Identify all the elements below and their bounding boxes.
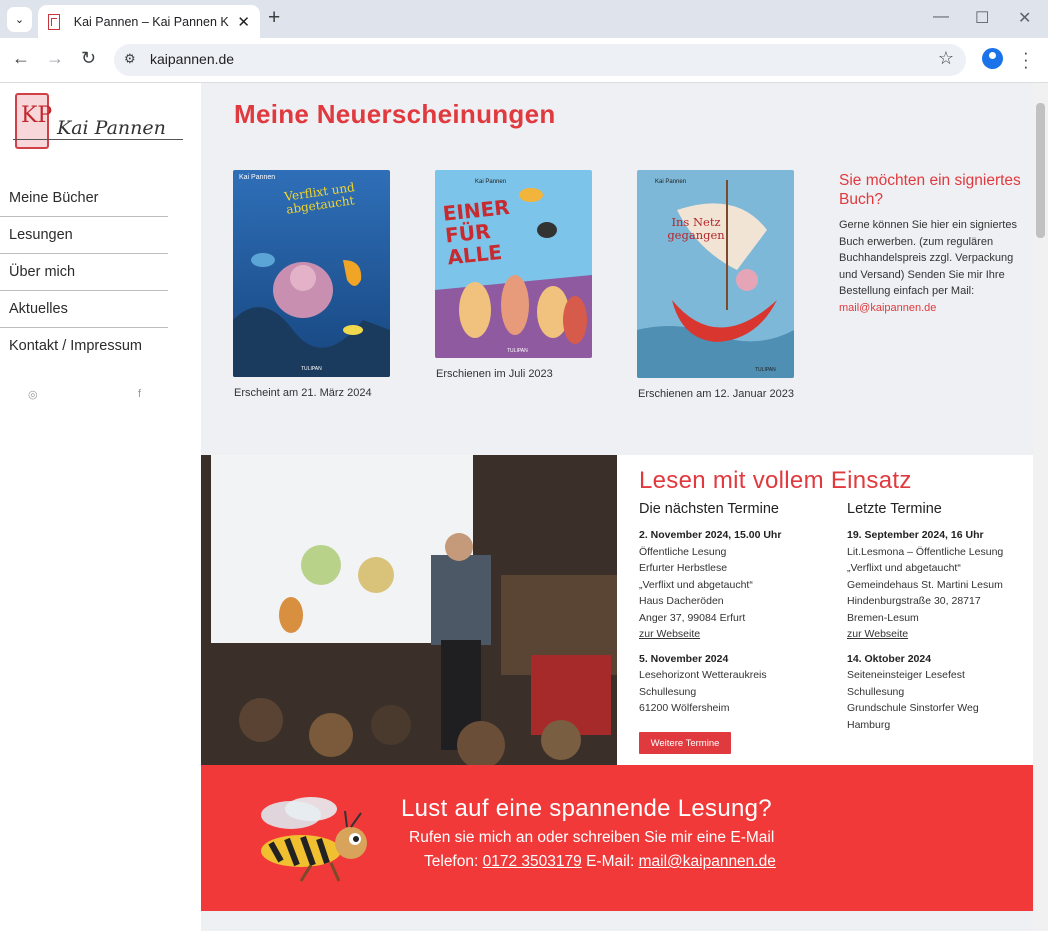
facebook-icon[interactable]: f	[138, 388, 141, 400]
reload-icon[interactable]: ↻	[81, 48, 96, 69]
page-scrollbar[interactable]	[1033, 83, 1048, 931]
cover-title: Ins Netz gegangen	[667, 215, 725, 242]
event-line: Öffentliche Lesung	[639, 545, 727, 558]
bee-illustration	[261, 797, 367, 882]
event-website-link[interactable]: zur Webseite	[639, 626, 829, 643]
book-cover-ins-netz-gegangen[interactable]: Kai Pannen Ins Netz gegangen TULIPAN	[637, 170, 794, 378]
event-line: Gemeindehaus St. Martini Lesum	[847, 578, 1003, 591]
logo-mark: KP	[15, 93, 52, 149]
signed-book-heading: Sie möchten ein signiertes Buch?	[839, 172, 1021, 208]
event-line: Hamburg	[847, 718, 891, 731]
event-website-link[interactable]: zur Webseite	[847, 626, 1037, 643]
events-panel: Lesen mit vollem Einsatz Die nächsten Te…	[617, 455, 1033, 765]
mail-label: E-Mail:	[586, 853, 635, 870]
next-events-column: Die nächsten Termine 2. November 2024, 1…	[639, 501, 829, 717]
event-line: „Verflixt und abgetaucht“	[847, 562, 961, 574]
more-events-button[interactable]: Weitere Termine	[639, 732, 731, 754]
event-line: „Verflixt und abgetaucht“	[639, 578, 753, 591]
logo-name: Kai Pannen	[57, 117, 166, 139]
browser-toolbar: ← → ↻ ⚙ kaipannen.de ☆ · · ·	[0, 38, 1048, 83]
instagram-icon[interactable]: ◎	[28, 388, 38, 401]
forward-arrow-icon[interactable]: →	[46, 48, 64, 69]
minimize-icon[interactable]: —	[933, 8, 949, 26]
sidebar: KP Kai Pannen Meine Bücher Lesungen Über…	[0, 83, 201, 931]
cover-author: Kai Pannen	[239, 174, 276, 181]
cover-title: EINER FÜR ALLE	[441, 194, 511, 270]
event-line: Seiteneinsteiger Lesefest	[847, 669, 965, 681]
browser-tab[interactable]: Kai Pannen – Kai Pannen Kinder ✕	[38, 5, 260, 38]
profile-avatar-icon[interactable]	[982, 48, 1003, 69]
site-logo[interactable]: KP Kai Pannen	[13, 93, 183, 153]
event-line: Lesehorizont Wetteraukreis	[639, 669, 767, 681]
bookmark-star-icon[interactable]: ☆	[938, 48, 954, 69]
event-line: Erfurter Herbstlese	[639, 562, 728, 574]
cta-heading: Lust auf eine spannende Lesung?	[401, 795, 772, 822]
nav-item-aktuelles[interactable]: Aktuelles	[0, 291, 168, 328]
event-line: Bremen-Lesum	[847, 611, 919, 624]
cta-subheading: Rufen sie mich an oder schreiben Sie mir…	[409, 829, 775, 846]
events-heading: Lesen mit vollem Einsatz	[639, 467, 912, 494]
mail-link[interactable]: mail@kaipannen.de	[639, 853, 776, 870]
phone-link[interactable]: 0172 3503179	[483, 853, 582, 870]
tab-title: Kai Pannen – Kai Pannen Kinder	[73, 14, 230, 29]
signed-book-box: Sie möchten ein signiertes Buch? Gerne k…	[839, 171, 1029, 316]
new-releases-heading: Meine Neuerscheinungen	[234, 99, 556, 129]
nav-item-meine-buecher[interactable]: Meine Bücher	[0, 180, 168, 217]
event-date: 5. November 2024	[639, 652, 729, 665]
next-events-heading: Die nächsten Termine	[639, 501, 779, 517]
browser-menu-icon[interactable]: · · ·	[1023, 44, 1029, 75]
event-line: Schullesung	[847, 685, 905, 698]
site-info-icon[interactable]: ⚙	[124, 51, 136, 67]
nav-item-lesungen[interactable]: Lesungen	[0, 217, 168, 254]
book-caption: Erschienen am 12. Januar 2023	[638, 388, 794, 400]
book-caption: Erscheint am 21. März 2024	[234, 387, 372, 399]
url-text[interactable]: kaipannen.de	[150, 51, 234, 67]
logo-underline	[13, 139, 183, 140]
event-line: Hindenburgstraße 30, 28717	[847, 595, 981, 607]
chevron-down-icon: ⌄	[14, 14, 25, 26]
event-date: 2. November 2024, 15.00 Uhr	[639, 529, 782, 541]
phone-label: Telefon:	[424, 853, 479, 870]
new-tab-plus-icon[interactable]: +	[268, 6, 280, 30]
event-line: Schullesung	[639, 685, 697, 698]
tab-search-button[interactable]: ⌄	[7, 7, 32, 32]
signed-book-mail-link[interactable]: mail@kaipannen.de	[839, 300, 1029, 317]
reading-event-photo	[201, 455, 617, 765]
last-events-heading: Letzte Termine	[847, 501, 942, 517]
main-navigation: Meine Bücher Lesungen Über mich Aktuelle…	[0, 180, 168, 365]
last-events-column: Letzte Termine 19. September 2024, 16 Uh…	[847, 501, 1037, 733]
book-cover-einer-fuer-alle[interactable]: Kai Pannen EINER FÜR ALLE TULIPAN	[435, 170, 592, 358]
cover-publisher: TULIPAN	[301, 366, 322, 372]
book-caption: Erschienen im Juli 2023	[436, 368, 553, 380]
event-date: 19. September 2024, 16 Uhr	[847, 529, 984, 541]
address-bar[interactable]: ⚙ kaipannen.de ☆	[114, 44, 966, 76]
cover-publisher: TULIPAN	[507, 348, 528, 354]
event-line: 61200 Wölfersheim	[639, 702, 730, 714]
cover-publisher: TULIPAN	[755, 367, 776, 373]
cta-contact-line: Telefon: 0172 3503179 E-Mail: mail@kaipa…	[424, 853, 776, 871]
contact-cta-banner: Lust auf eine spannende Lesung? Rufen si…	[201, 765, 1033, 911]
browser-tab-strip: ⌄ Kai Pannen – Kai Pannen Kinder ✕ + — ☐…	[0, 0, 1048, 38]
cover-author: Kai Pannen	[655, 179, 687, 185]
close-window-icon[interactable]: ✕	[1018, 8, 1031, 28]
event-line: Anger 37, 99084 Erfurt	[639, 611, 746, 624]
event-line: Haus Dacheröden	[639, 595, 724, 607]
event-date: 14. Oktober 2024	[847, 652, 932, 665]
signed-book-text: Gerne können Sie hier ein signiertes Buc…	[839, 219, 1017, 297]
cover-author: Kai Pannen	[475, 179, 507, 185]
nav-item-kontakt-impressum[interactable]: Kontakt / Impressum	[0, 328, 168, 365]
scrollbar-thumb[interactable]	[1036, 103, 1045, 238]
site-favicon-icon	[48, 13, 60, 30]
maximize-icon[interactable]: ☐	[975, 8, 989, 28]
book-cover-verflixt-und-abgetaucht[interactable]: Kai Pannen Verflixt und abgetaucht TULIP…	[233, 170, 390, 377]
event-line: Lit.Lesmona – Öffentliche Lesung	[847, 545, 1004, 558]
close-tab-icon[interactable]: ✕	[237, 13, 250, 31]
event-line: Grundschule Sinstorfer Weg	[847, 702, 979, 714]
nav-item-ueber-mich[interactable]: Über mich	[0, 254, 168, 291]
back-arrow-icon[interactable]: ←	[12, 48, 30, 69]
web-page: KP Kai Pannen Meine Bücher Lesungen Über…	[0, 83, 1048, 931]
